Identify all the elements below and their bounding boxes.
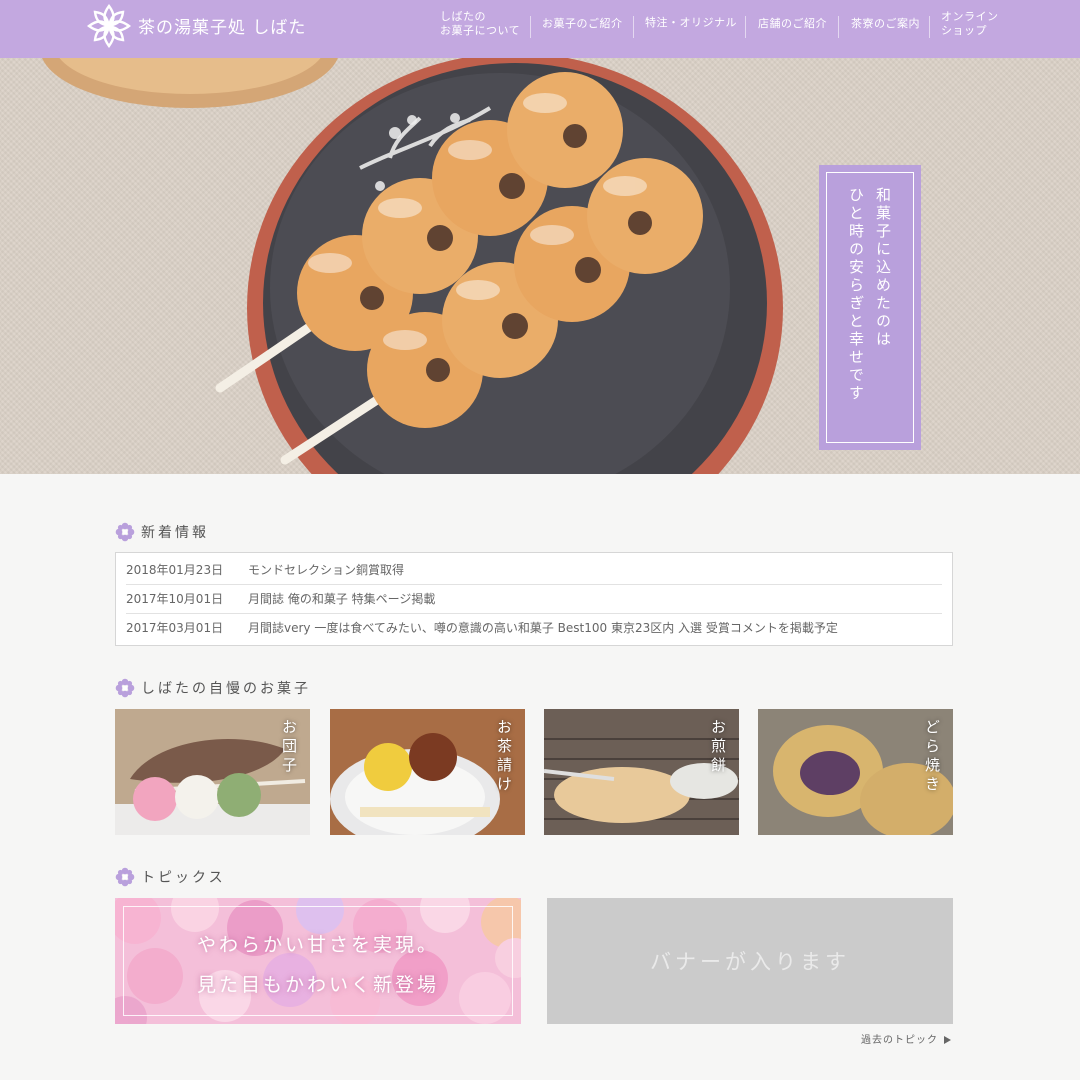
news-list: 2018年01月23日 モンドセレクション銅賞取得 2017年10月01日 月間誌 … — [115, 552, 953, 646]
news-date: 2017年03月01日 — [126, 621, 224, 635]
nav-sweets-intro[interactable]: お菓子のご紹介 — [542, 17, 623, 31]
sweet-label: お煎餅 — [709, 719, 727, 776]
flower-icon — [115, 522, 135, 542]
tagline-line-1: 和菓子に込めたのは — [874, 187, 892, 349]
nav-divider — [745, 16, 746, 38]
arrow-right-icon — [944, 1036, 951, 1044]
sweet-card-senbei[interactable]: お煎餅 — [544, 709, 739, 835]
nav-custom-order[interactable]: 特注・オリジナル — [645, 16, 737, 30]
sweet-card-ochauke[interactable]: お茶請け — [330, 709, 525, 835]
news-date: 2017年10月01日 — [126, 592, 224, 606]
candy-banner-line-2: 見た目もかわいく新登場 — [196, 974, 439, 996]
candy-banner[interactable]: やわらかい甘さを実現。 見た目もかわいく新登場 — [115, 898, 521, 1024]
news-text: 月間誌very 一度は食べてみたい、噂の意識の高い和菓子 Best100 東京2… — [248, 621, 838, 635]
nav-online-shop[interactable]: オンライン ショップ — [941, 10, 999, 38]
sweets-heading: しばたの自慢のお菓子 — [115, 678, 311, 698]
nav-divider — [929, 16, 930, 38]
news-heading: 新着情報 — [115, 522, 209, 542]
sweet-label: お団子 — [280, 719, 298, 776]
site-header: 茶の湯菓子処 しばた しばたの お菓子について お菓子のご紹介 特注・オリジナル… — [0, 0, 1080, 58]
nav-tea-room[interactable]: 茶寮のご案内 — [851, 17, 920, 31]
tagline-line-2: ひと時の安らぎと幸せです — [847, 187, 865, 403]
past-topics-link[interactable]: 過去のトピック — [861, 1031, 951, 1046]
candy-banner-line-1: やわらかい甘さを実現。 — [196, 934, 439, 956]
flower-icon — [115, 678, 135, 698]
nav-divider — [530, 16, 531, 38]
hero-tagline: 和菓子に込めたのは ひと時の安らぎと幸せです — [819, 165, 921, 450]
topics-heading-text: トピックス — [141, 870, 226, 886]
sweet-label: お茶請け — [495, 719, 513, 795]
news-text: 月間誌 俺の和菓子 特集ページ掲載 — [248, 592, 436, 606]
sweets-heading-text: しばたの自慢のお菓子 — [141, 681, 311, 697]
past-topics-label: 過去のトピック — [861, 1035, 938, 1046]
news-heading-text: 新着情報 — [141, 525, 209, 541]
nav-store-info[interactable]: 店舗のご紹介 — [758, 17, 827, 31]
sweet-card-dango[interactable]: お団子 — [115, 709, 310, 835]
news-item[interactable]: 2017年10月01日 月間誌 俺の和菓子 特集ページ掲載 — [126, 585, 942, 614]
nav-about-sweets[interactable]: しばたの お菓子について — [440, 10, 520, 38]
topics-heading: トピックス — [115, 867, 226, 887]
nav-divider — [633, 16, 634, 38]
main-nav: しばたの お菓子について お菓子のご紹介 特注・オリジナル 店舗のご紹介 茶寮の… — [0, 8, 1080, 48]
news-item[interactable]: 2018年01月23日 モンドセレクション銅賞取得 — [126, 556, 942, 585]
sweet-card-dorayaki[interactable]: どら焼き — [758, 709, 953, 835]
news-item[interactable]: 2017年03月01日 月間誌very 一度は食べてみたい、噂の意識の高い和菓子 … — [126, 614, 942, 643]
flower-icon — [115, 867, 135, 887]
hero-image: 和菓子に込めたのは ひと時の安らぎと幸せです — [0, 58, 1080, 474]
banner-placeholder-text: バナーが入ります — [650, 950, 850, 974]
sweet-label: どら焼き — [923, 719, 941, 795]
news-date: 2018年01月23日 — [126, 563, 224, 577]
nav-divider — [838, 16, 839, 38]
news-text: モンドセレクション銅賞取得 — [248, 563, 405, 577]
banner-placeholder[interactable]: バナーが入ります — [547, 898, 953, 1024]
